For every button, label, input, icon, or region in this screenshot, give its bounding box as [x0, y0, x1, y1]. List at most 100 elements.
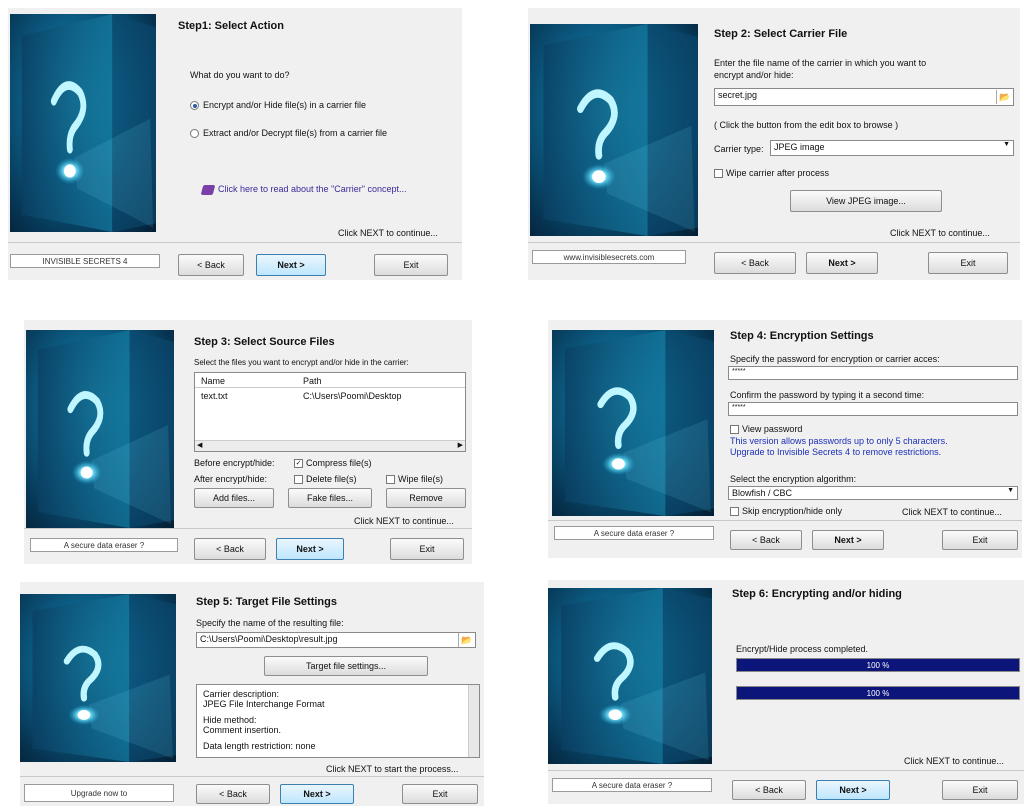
algorithm-value: Blowfish / CBC — [732, 488, 793, 498]
target-file-settings-button[interactable]: Target file settings... — [264, 656, 428, 676]
step3-exit-button[interactable]: Exit — [390, 538, 464, 560]
table-row[interactable]: text.txt — [201, 391, 228, 401]
step4-hint: Click NEXT to continue... — [902, 507, 1002, 517]
view-jpeg-button[interactable]: View JPEG image... — [790, 190, 942, 212]
step6-next-button[interactable]: Next > — [816, 780, 890, 800]
carrier-concept-link-text[interactable]: Click here to read about the "Carrier" c… — [218, 184, 406, 194]
dropdown-arrow-icon: ▼ — [1003, 141, 1010, 148]
carrier-file-input[interactable]: secret.jpg — [714, 88, 1014, 106]
compress-check[interactable]: ✓ — [294, 459, 303, 469]
step2-browse-hint: ( Click the button from the edit box to … — [714, 120, 899, 130]
skip-encryption-check[interactable] — [730, 507, 739, 517]
step4-next-button[interactable]: Next > — [812, 530, 884, 550]
step6-title: Step 6: Encrypting and/or hiding — [732, 588, 902, 600]
folder-browse-icon[interactable]: 📂 — [458, 633, 475, 647]
wipe-files-check[interactable] — [386, 475, 395, 485]
row-name: text.txt — [201, 391, 228, 401]
step1-title: Step1: Select Action — [178, 20, 284, 32]
step2-back-button[interactable]: < Back — [714, 252, 796, 274]
password-input[interactable]: ***** — [728, 366, 1018, 380]
progress-label-1: 100 % — [866, 660, 890, 670]
wipe-carrier-checkbox[interactable]: Wipe carrier after process — [714, 168, 829, 179]
scroll-left-icon[interactable]: ◀ — [197, 441, 202, 449]
view-password-checkbox[interactable]: View password — [730, 424, 803, 435]
step3-footer-field: A secure data eraser ? — [30, 538, 178, 552]
vertical-scrollbar[interactable] — [468, 685, 479, 757]
step6-exit-button[interactable]: Exit — [942, 780, 1018, 800]
wipe-files-checkbox[interactable]: Wipe file(s) — [386, 474, 443, 485]
desc-line: Carrier description: — [203, 689, 280, 699]
step5-title: Step 5: Target File Settings — [196, 596, 337, 608]
step5-exit-button[interactable]: Exit — [402, 784, 478, 804]
step1-question: What do you want to do? — [190, 70, 290, 80]
delete-checkbox[interactable]: Delete file(s) — [294, 474, 357, 485]
step6-divider — [548, 770, 1024, 771]
list-header-divider — [195, 387, 465, 388]
question-door-icon — [26, 330, 174, 528]
algorithm-select[interactable]: Blowfish / CBC ▼ — [728, 486, 1018, 500]
radio-encrypt[interactable] — [190, 101, 199, 111]
step2-instruction-1: Enter the file name of the carrier in wh… — [714, 58, 927, 68]
step6-back-button[interactable]: < Back — [732, 780, 806, 800]
remove-button[interactable]: Remove — [386, 488, 466, 508]
step1-next-button[interactable]: Next > — [256, 254, 326, 276]
step2-exit-button[interactable]: Exit — [928, 252, 1008, 274]
step4-footer-field: A secure data eraser ? — [554, 526, 714, 540]
skip-encryption-checkbox[interactable]: Skip encryption/hide only — [730, 506, 842, 517]
add-files-button[interactable]: Add files... — [194, 488, 274, 508]
wipe-carrier-check[interactable] — [714, 169, 723, 179]
step4-back-button[interactable]: < Back — [730, 530, 802, 550]
folder-browse-icon[interactable]: 📂 — [996, 90, 1013, 104]
step1-divider — [8, 242, 462, 243]
step1-footer-field: INVISIBLE SECRETS 4 — [10, 254, 160, 268]
radio-extract[interactable] — [190, 129, 199, 139]
horizontal-scrollbar[interactable]: ◀ ▶ — [195, 440, 465, 451]
view-password-check[interactable] — [730, 425, 739, 435]
fake-files-button[interactable]: Fake files... — [288, 488, 372, 508]
view-password-label: View password — [742, 424, 803, 434]
result-file-input[interactable]: C:\Users\Poomi\Desktop\result.jpg — [196, 632, 476, 648]
step5-back-button[interactable]: < Back — [196, 784, 270, 804]
delete-check[interactable] — [294, 475, 303, 485]
step6-artwork — [548, 588, 712, 764]
column-name-header[interactable]: Name — [201, 376, 225, 386]
step2-divider — [528, 242, 1020, 243]
step1-back-button[interactable]: < Back — [178, 254, 244, 276]
desc-line: JPEG File Interchange Format — [203, 699, 325, 709]
dropdown-arrow-icon: ▼ — [1007, 487, 1014, 494]
carrier-concept-link[interactable]: Click here to read about the "Carrier" c… — [200, 184, 406, 195]
step1-option-encrypt[interactable]: Encrypt and/or Hide file(s) in a carrier… — [190, 100, 367, 111]
step3-title: Step 3: Select Source Files — [194, 336, 335, 348]
step5-next-button[interactable]: Next > — [280, 784, 354, 804]
step6-hint: Click NEXT to continue... — [904, 756, 1004, 766]
carrier-description-box[interactable]: Carrier description: JPEG File Interchan… — [196, 684, 480, 758]
step1-exit-button[interactable]: Exit — [374, 254, 448, 276]
delete-label: Delete file(s) — [306, 474, 357, 484]
step4-exit-button[interactable]: Exit — [942, 530, 1018, 550]
desc-line: Comment insertion. — [203, 725, 282, 735]
step5-artwork — [20, 594, 176, 762]
column-path-header[interactable]: Path — [303, 376, 322, 386]
result-file-value: C:\Users\Poomi\Desktop\result.jpg — [200, 634, 338, 644]
compress-label: Compress file(s) — [306, 458, 372, 468]
step4-divider — [548, 520, 1022, 521]
scroll-right-icon[interactable]: ▶ — [458, 441, 463, 449]
step2-title: Step 2: Select Carrier File — [714, 28, 848, 40]
carrier-type-value: JPEG image — [774, 142, 825, 152]
step6-footer-field: A secure data eraser ? — [552, 778, 712, 792]
progress-bar-2: 100 % — [736, 686, 1020, 700]
source-files-list[interactable]: Name Path text.txt C:\Users\Poomi\Deskto… — [194, 372, 466, 452]
step3-back-button[interactable]: < Back — [194, 538, 266, 560]
step3-panel: Step 3: Select Source Files Select the f… — [24, 320, 472, 564]
table-row-path: C:\Users\Poomi\Desktop — [303, 391, 402, 401]
compress-checkbox[interactable]: ✓ Compress file(s) — [294, 458, 372, 469]
step2-next-button[interactable]: Next > — [806, 252, 878, 274]
confirm-password-input[interactable]: ***** — [728, 402, 1018, 416]
step3-next-button[interactable]: Next > — [276, 538, 344, 560]
question-door-icon — [530, 24, 698, 236]
step1-option1-label: Encrypt and/or Hide file(s) in a carrier… — [203, 100, 367, 110]
step1-option-extract[interactable]: Extract and/or Decrypt file(s) from a ca… — [190, 128, 387, 139]
carrier-type-select[interactable]: JPEG image ▼ — [770, 140, 1014, 156]
question-door-icon — [20, 594, 176, 762]
before-encrypt-label: Before encrypt/hide: — [194, 458, 275, 468]
